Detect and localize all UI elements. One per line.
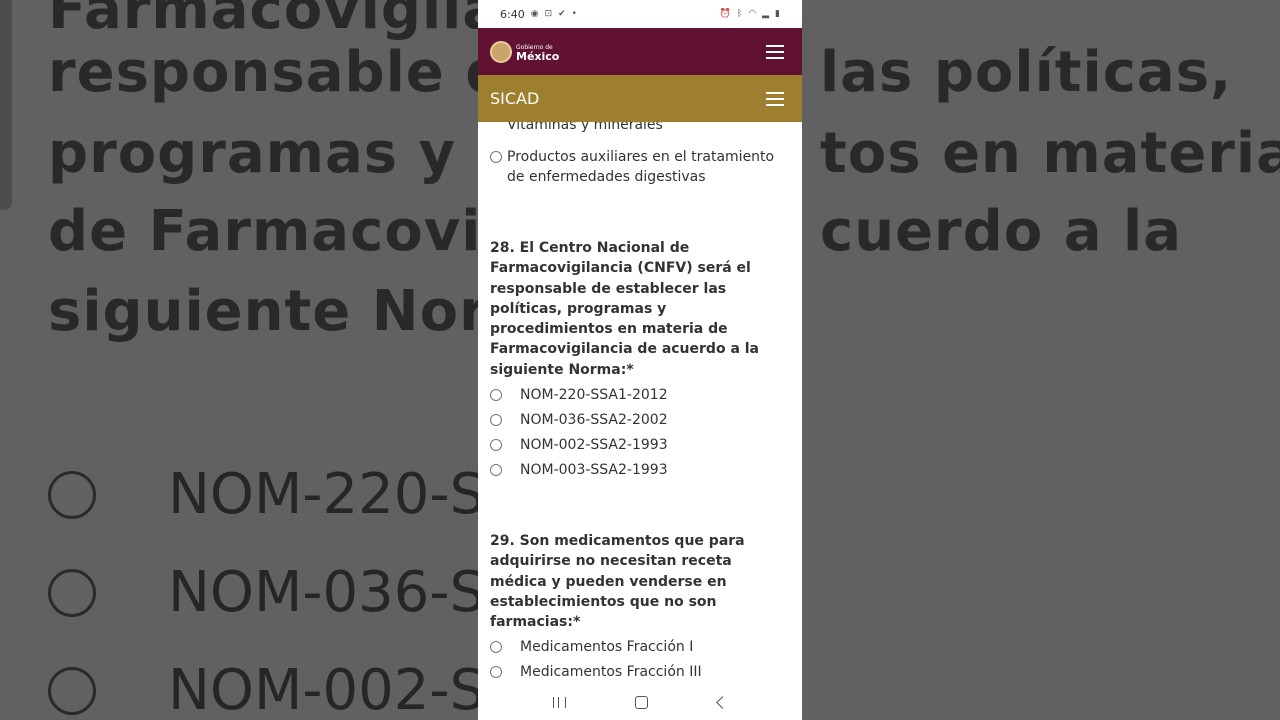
bg-radio (48, 470, 96, 519)
bg-line: responsable de (48, 40, 546, 105)
radio-button[interactable] (490, 414, 502, 426)
radio-button[interactable] (490, 641, 502, 653)
phone-screen: 6:40 ◉ ⊡ ✔ • ⏰ ᛒ ◠ ▂ ▮ Gobierno de Méxic… (478, 0, 802, 720)
bg-option-label: NOM-002-S (168, 658, 486, 720)
battery-icon: ▮ (775, 9, 780, 19)
radio-option[interactable]: Medicamentos Fracción I (490, 637, 693, 657)
recent-apps-icon[interactable] (552, 696, 566, 708)
dot-icon: • (571, 9, 577, 19)
bg-line: las políticas, (820, 40, 1233, 105)
bg-option: NOM-036-S (48, 560, 485, 625)
radio-option[interactable]: NOM-002-SSA2-1993 (490, 435, 668, 455)
option-label: Medicamentos Fracción III (520, 664, 702, 680)
bg-option: NOM-002-S (48, 658, 485, 720)
signal-icon: ▂ (762, 9, 770, 19)
bluetooth-icon: ᛒ (736, 9, 743, 19)
bg-line: programas y pr (48, 121, 547, 186)
radio-button[interactable] (490, 151, 502, 163)
bg-option: NOM-220-S (48, 462, 485, 527)
status-right: ⏰ ᛒ ◠ ▂ ▮ (720, 9, 780, 19)
option-label: Productos auxiliares en el tratamiento d… (507, 149, 775, 185)
radio-button[interactable] (490, 464, 502, 476)
screenshot-icon: ⊡ (544, 9, 553, 19)
bg-radio (48, 666, 96, 715)
question-28: 28. El Centro Nacional de Farmacovigilan… (490, 240, 760, 378)
app-header: SICAD (478, 75, 802, 122)
background-shade (0, 0, 12, 210)
option-label: NOM-003-SSA2-1993 (520, 462, 668, 478)
status-bar: 6:40 ◉ ⊡ ✔ • ⏰ ᛒ ◠ ▂ ▮ (478, 0, 802, 28)
radio-button[interactable] (490, 666, 502, 678)
gov-logo[interactable]: Gobierno de México (490, 40, 560, 63)
home-icon[interactable] (635, 695, 649, 709)
bg-option-label: NOM-036-S (168, 560, 486, 625)
radio-button[interactable] (490, 389, 502, 401)
option-label: NOM-220-SSA1-2012 (520, 387, 668, 403)
question-29: 29. Son medicamentos que para adquirirse… (490, 533, 745, 631)
radio-option[interactable]: NOM-220-SSA1-2012 (490, 385, 668, 405)
radio-option[interactable]: NOM-036-SSA2-2002 (490, 410, 668, 430)
status-left: 6:40 ◉ ⊡ ✔ • (500, 8, 577, 21)
bg-line: cuerdo a la (820, 199, 1182, 264)
check-icon: ✔ (558, 9, 566, 19)
gov-menu-icon[interactable] (766, 44, 784, 59)
radio-option[interactable]: NOM-003-SSA2-1993 (490, 460, 668, 480)
option-label: Medicamentos Fracción I (520, 639, 694, 655)
alarm-icon: ⏰ (719, 9, 731, 19)
bg-line: tos en materia (820, 121, 1280, 186)
app-menu-icon[interactable] (766, 91, 784, 106)
seal-icon (490, 40, 512, 63)
radio-option[interactable]: Productos auxiliares en el tratamiento d… (490, 147, 787, 187)
status-time: 6:40 (500, 7, 525, 21)
option-label: Vitaminas y minerales (507, 122, 663, 133)
gov-logo-text: Gobierno de México (516, 43, 560, 63)
gov-logo-big: México (516, 49, 560, 63)
android-nav-bar (478, 684, 802, 720)
back-icon[interactable] (716, 695, 730, 709)
bg-radio (48, 568, 96, 617)
radio-button[interactable] (490, 439, 502, 451)
bg-option-label: NOM-220-S (168, 462, 486, 527)
form-content: Vitaminas y minerales Productos auxiliar… (478, 122, 802, 684)
radio-option[interactable]: Medicamentos Fracción III (490, 662, 702, 682)
bg-line: de Farmacovig (48, 199, 523, 264)
option-label: NOM-002-SSA2-1993 (520, 437, 668, 453)
wifi-icon: ◠ (748, 9, 757, 19)
option-label: NOM-036-SSA2-2002 (520, 412, 668, 428)
messenger-icon: ◉ (530, 9, 539, 19)
app-title[interactable]: SICAD (490, 89, 539, 108)
bg-line: siguiente Norm (48, 279, 548, 344)
gov-header: Gobierno de México (478, 28, 802, 75)
